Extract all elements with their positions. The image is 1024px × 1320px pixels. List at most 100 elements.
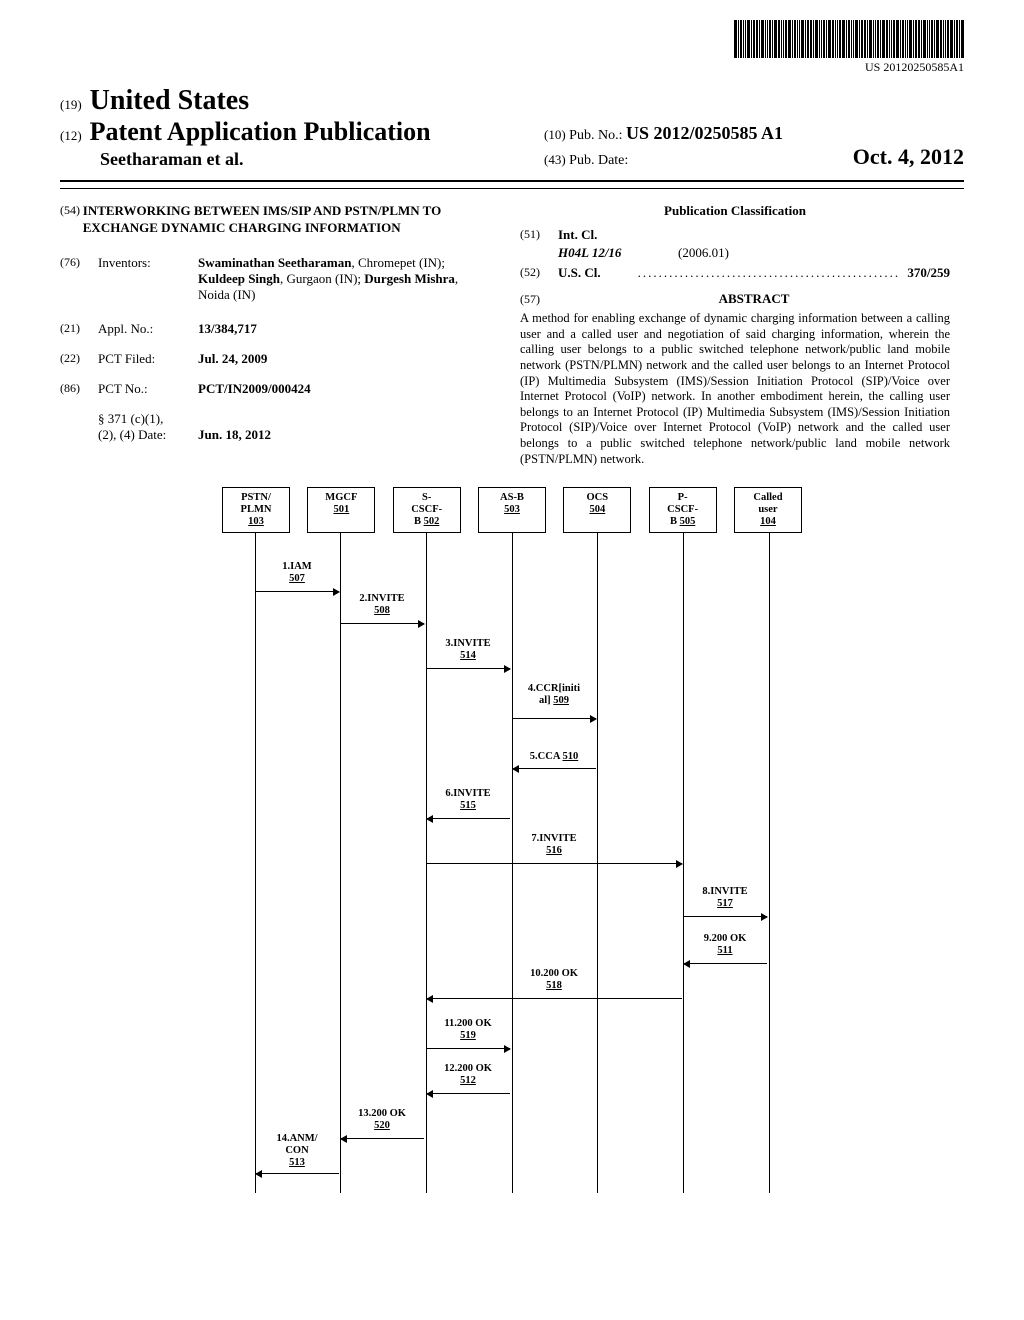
intcl-year: (2006.01) bbox=[678, 245, 729, 261]
msg-5: 5.CCA 510 bbox=[519, 751, 589, 763]
msg-9-ref: 511 bbox=[717, 945, 732, 956]
msg-3-ref: 514 bbox=[460, 650, 476, 661]
applno-value: 13/384,717 bbox=[198, 321, 490, 337]
arrow-8 bbox=[684, 916, 767, 917]
intcl-label: Int. Cl. bbox=[558, 227, 597, 243]
actor-scscf-ref: 502 bbox=[424, 516, 440, 527]
field-54: (54) bbox=[60, 203, 83, 237]
right-column: Publication Classification (51) Int. Cl.… bbox=[520, 203, 950, 467]
actor-pcscf: P- CSCF- B 505 bbox=[649, 487, 717, 533]
msg-8-text: 8.INVITE bbox=[702, 886, 747, 897]
actor-asb: AS-B503 bbox=[478, 487, 546, 533]
divider-thick bbox=[60, 180, 964, 182]
pctfiled-label: PCT Filed: bbox=[98, 351, 198, 367]
abstract-label: ABSTRACT bbox=[558, 291, 950, 307]
msg-2-text: 2.INVITE bbox=[359, 593, 404, 604]
sequence-diagram: PSTN/ PLMN103 MGCF501 S- CSCF- B 502 AS-… bbox=[222, 487, 802, 1193]
msg-9: 9.200 OK511 bbox=[690, 933, 760, 956]
field-86: (86) bbox=[60, 381, 98, 397]
msg-14: 14.ANM/ CON513 bbox=[262, 1133, 332, 1168]
msg-13-text: 13.200 OK bbox=[358, 1108, 406, 1119]
uscl-value: 370/259 bbox=[907, 265, 950, 280]
field-52: (52) bbox=[520, 265, 558, 281]
msg-11-text: 11.200 OK bbox=[444, 1018, 491, 1029]
pub-no-label: Pub. No.: bbox=[569, 128, 622, 143]
msg-12: 12.200 OK512 bbox=[433, 1063, 503, 1086]
msg-3-text: 3.INVITE bbox=[445, 638, 490, 649]
abstract-body: A method for enabling exchange of dynami… bbox=[520, 311, 950, 467]
divider-thin bbox=[60, 188, 964, 189]
msg-2-ref: 508 bbox=[374, 605, 390, 616]
actor-called-ref: 104 bbox=[760, 516, 776, 527]
authors: Seetharaman et al. bbox=[100, 149, 431, 170]
applno-label: Appl. No.: bbox=[98, 321, 198, 337]
arrow-10 bbox=[427, 998, 682, 999]
field-22: (22) bbox=[60, 351, 98, 367]
s371-date-value: Jun. 18, 2012 bbox=[198, 427, 490, 443]
inventor-3: Durgesh Mishra bbox=[364, 271, 455, 286]
msg-14-text: 14.ANM/ CON bbox=[276, 1133, 317, 1156]
msg-11: 11.200 OK519 bbox=[433, 1018, 503, 1041]
arrow-14 bbox=[256, 1173, 339, 1174]
msg-10: 10.200 OK518 bbox=[519, 968, 589, 991]
actor-pstn-ref: 103 bbox=[248, 516, 264, 527]
barcode-block: US 20120250585A1 bbox=[734, 20, 964, 75]
barcode-text: US 20120250585A1 bbox=[734, 60, 964, 75]
msg-12-ref: 512 bbox=[460, 1075, 476, 1086]
arrow-6 bbox=[427, 818, 510, 819]
actor-mgcf-label: MGCF bbox=[325, 492, 357, 503]
msg-4: 4.CCR[initi al] 509 bbox=[519, 683, 589, 706]
actor-ocs: OCS504 bbox=[563, 487, 631, 533]
barcode-bars bbox=[734, 20, 964, 58]
msg-1-text: 1.IAM bbox=[282, 561, 311, 572]
arrow-1 bbox=[256, 591, 339, 592]
inventor-1-loc: , Chromepet (IN); bbox=[352, 255, 446, 270]
msg-6: 6.INVITE515 bbox=[433, 788, 503, 811]
pctno-label: PCT No.: bbox=[98, 381, 198, 397]
s371-label-1: § 371 (c)(1), bbox=[98, 411, 163, 427]
s371-label-2: (2), (4) Date: bbox=[98, 427, 198, 443]
msg-12-text: 12.200 OK bbox=[444, 1063, 492, 1074]
msg-5-ref: 510 bbox=[562, 751, 578, 762]
msg-14-ref: 513 bbox=[289, 1157, 305, 1168]
msg-7: 7.INVITE516 bbox=[519, 833, 589, 856]
actor-asb-ref: 503 bbox=[504, 504, 520, 515]
field-21: (21) bbox=[60, 321, 98, 337]
pctno-value: PCT/IN2009/000424 bbox=[198, 381, 490, 397]
arrow-7 bbox=[427, 863, 682, 864]
pctfiled: Jul. 24, 2009 bbox=[198, 351, 267, 366]
arrow-9 bbox=[684, 963, 767, 964]
pub-no: US 2012/0250585 A1 bbox=[626, 123, 783, 143]
msg-7-text: 7.INVITE bbox=[531, 833, 576, 844]
field-76: (76) bbox=[60, 255, 98, 303]
actor-mgcf-ref: 501 bbox=[333, 504, 349, 515]
country-name: United States bbox=[90, 85, 249, 116]
msg-3: 3.INVITE514 bbox=[433, 638, 503, 661]
msg-13: 13.200 OK520 bbox=[347, 1108, 417, 1131]
inventors-label: Inventors: bbox=[98, 255, 198, 303]
actor-called: Called user104 bbox=[734, 487, 802, 533]
msg-11-ref: 519 bbox=[460, 1030, 476, 1041]
pctfiled-value: Jul. 24, 2009 bbox=[198, 351, 490, 367]
inventors-value: Swaminathan Seetharaman, Chromepet (IN);… bbox=[198, 255, 490, 303]
msg-8: 8.INVITE517 bbox=[690, 886, 760, 909]
msg-1-ref: 507 bbox=[289, 573, 305, 584]
actor-ocs-label: OCS bbox=[587, 492, 609, 503]
field-12: (12) bbox=[60, 128, 82, 143]
field-10: (10) bbox=[544, 127, 566, 142]
intcl-code: H04L 12/16 bbox=[558, 245, 621, 260]
invention-title: INTERWORKING BETWEEN IMS/SIP AND PSTN/PL… bbox=[83, 203, 490, 237]
actor-ocs-ref: 504 bbox=[589, 504, 605, 515]
actor-pstn-label: PSTN/ PLMN bbox=[241, 492, 272, 515]
arrow-12 bbox=[427, 1093, 510, 1094]
msg-8-ref: 517 bbox=[717, 898, 733, 909]
msg-10-text: 10.200 OK bbox=[530, 968, 578, 979]
msg-9-text: 9.200 OK bbox=[704, 933, 747, 944]
document-type: Patent Application Publication bbox=[90, 117, 431, 146]
msg-13-ref: 520 bbox=[374, 1120, 390, 1131]
arrow-4 bbox=[513, 718, 596, 719]
inventor-2-loc: , Gurgaon (IN); bbox=[280, 271, 364, 286]
applno: 13/384,717 bbox=[198, 321, 257, 336]
actor-asb-label: AS-B bbox=[500, 492, 524, 503]
msg-6-text: 6.INVITE bbox=[445, 788, 490, 799]
